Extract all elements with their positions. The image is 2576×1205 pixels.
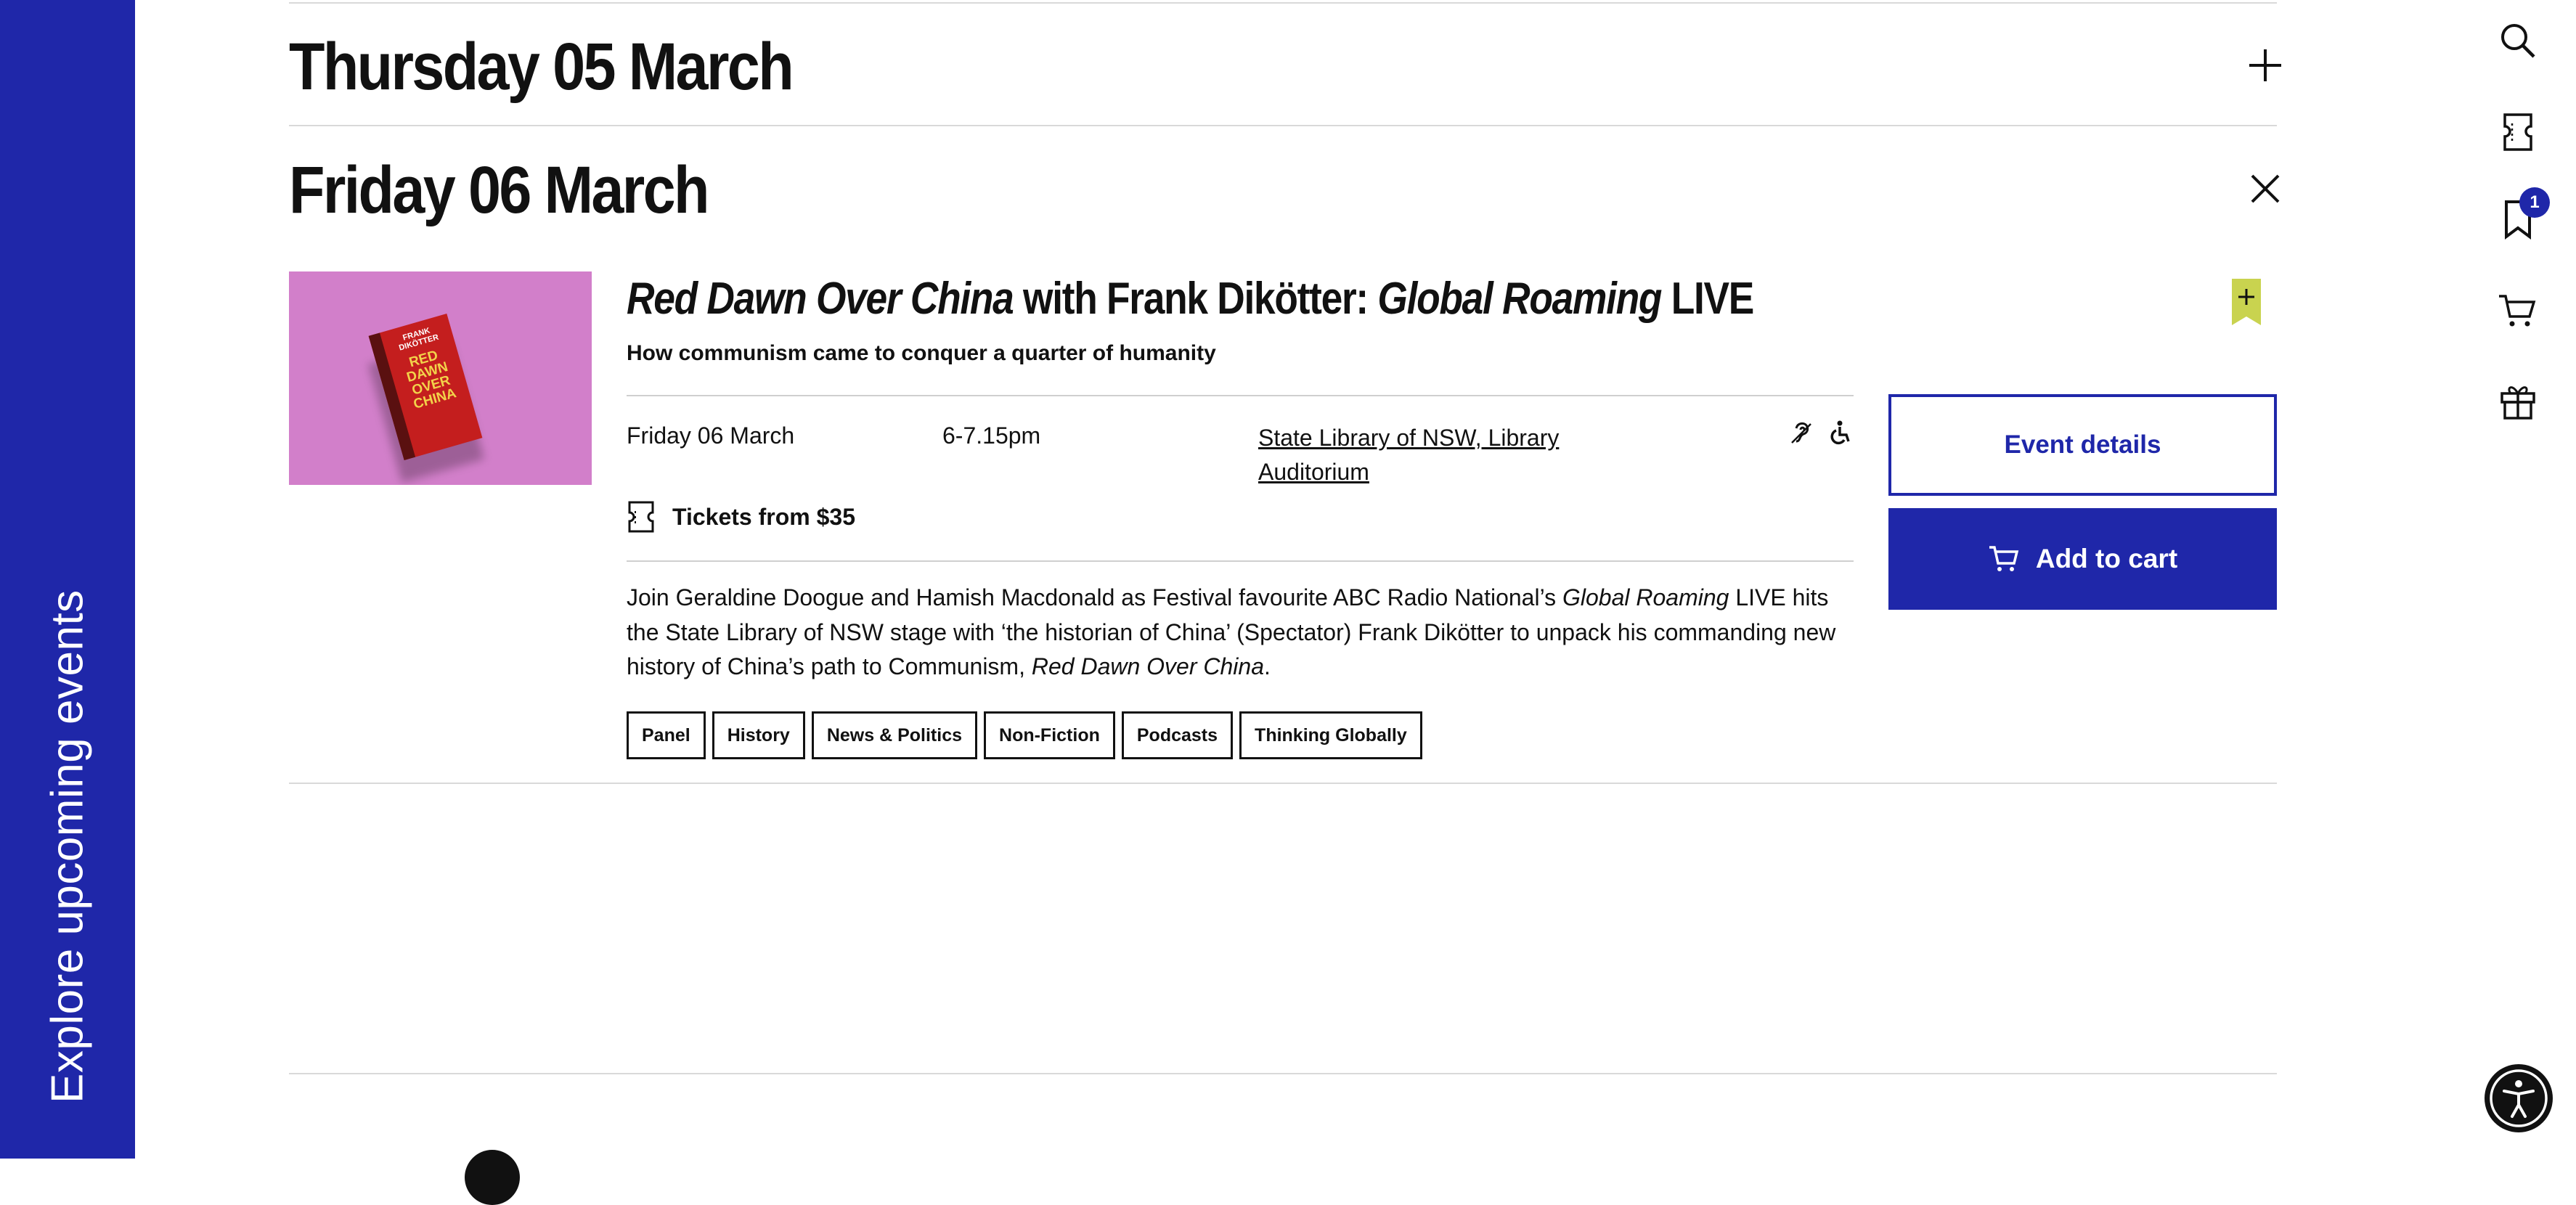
book-cover-title: RED DAWN OVER CHINA [404,348,458,412]
add-to-cart-button[interactable]: Add to cart [1888,508,2277,610]
book-cover: FRANK DIKÖTTER RED DAWN OVER CHINA [368,314,483,460]
accessibility-icon [2490,1069,2548,1127]
day-heading-thursday: Thursday 05 March [289,30,794,104]
description-show-title: Global Roaming [1562,584,1729,610]
event-title-show: Global Roaming [1377,274,1662,324]
hearing-loop-icon [1791,422,1811,444]
tag-history[interactable]: History [712,711,805,759]
tag-thinking-globally[interactable]: Thinking Globally [1239,711,1422,759]
event-title-text: with Frank Dikötter: [1013,274,1378,324]
divider [289,2,2277,4]
bookmark-count-badge: 1 [2519,187,2550,218]
event-thumbnail[interactable]: FRANK DIKÖTTER RED DAWN OVER CHINA [289,271,592,485]
event-subtitle: How communism came to conquer a quarter … [627,341,1216,365]
close-icon[interactable] [2243,167,2287,211]
next-section-peek [465,1150,520,1205]
tag-news-politics[interactable]: News & Politics [811,711,978,759]
event-date: Friday 06 March [627,422,795,449]
tag-panel[interactable]: Panel [627,711,706,759]
day-heading-friday: Friday 06 March [289,153,709,227]
add-to-cart-label: Add to cart [2035,544,2178,573]
tickets-label: Tickets from $35 [672,504,855,530]
events-list: Thursday 05 March Friday 06 March FRANK … [289,0,2281,1159]
event-details-button[interactable]: Event details [1888,394,2277,496]
event-title[interactable]: Red Dawn Over China with Frank Dikötter:… [627,273,1755,324]
event-time: 6-7.15pm [942,422,1041,449]
add-to-wishlist-icon[interactable] [2232,279,2261,325]
cart-icon[interactable] [2498,290,2538,331]
divider [289,1073,2277,1074]
description-text: . [1264,653,1271,679]
wheelchair-icon [1830,420,1850,445]
divider [289,783,2277,784]
ticket-icon [628,501,654,533]
explore-events-sidebar[interactable]: Explore upcoming events [0,0,135,1159]
explore-events-label[interactable]: Explore upcoming events [42,589,94,1103]
gift-icon[interactable] [2498,380,2538,421]
plus-icon[interactable] [2243,44,2287,87]
event-description: Join Geraldine Doogue and Hamish Macdona… [627,581,1861,685]
divider [627,560,1854,562]
divider [627,395,1854,396]
divider [289,125,2277,126]
event-title-suffix: LIVE [1661,274,1755,324]
event-title-book: Red Dawn Over China [627,274,1014,324]
ticket-icon[interactable] [2498,112,2538,152]
tag-podcasts[interactable]: Podcasts [1121,711,1234,759]
search-icon[interactable] [2498,20,2538,61]
description-text: Join Geraldine Doogue and Hamish Macdona… [627,584,1562,610]
tag-non-fiction[interactable]: Non-Fiction [984,711,1115,759]
event-tags: Panel History News & Politics Non-Fictio… [627,711,1422,759]
description-book-title: Red Dawn Over China [1031,653,1264,679]
accessibility-button[interactable] [2485,1064,2553,1132]
cart-icon [1989,546,2019,571]
event-venue-link[interactable]: State Library of NSW, Library Auditorium [1258,421,1636,489]
